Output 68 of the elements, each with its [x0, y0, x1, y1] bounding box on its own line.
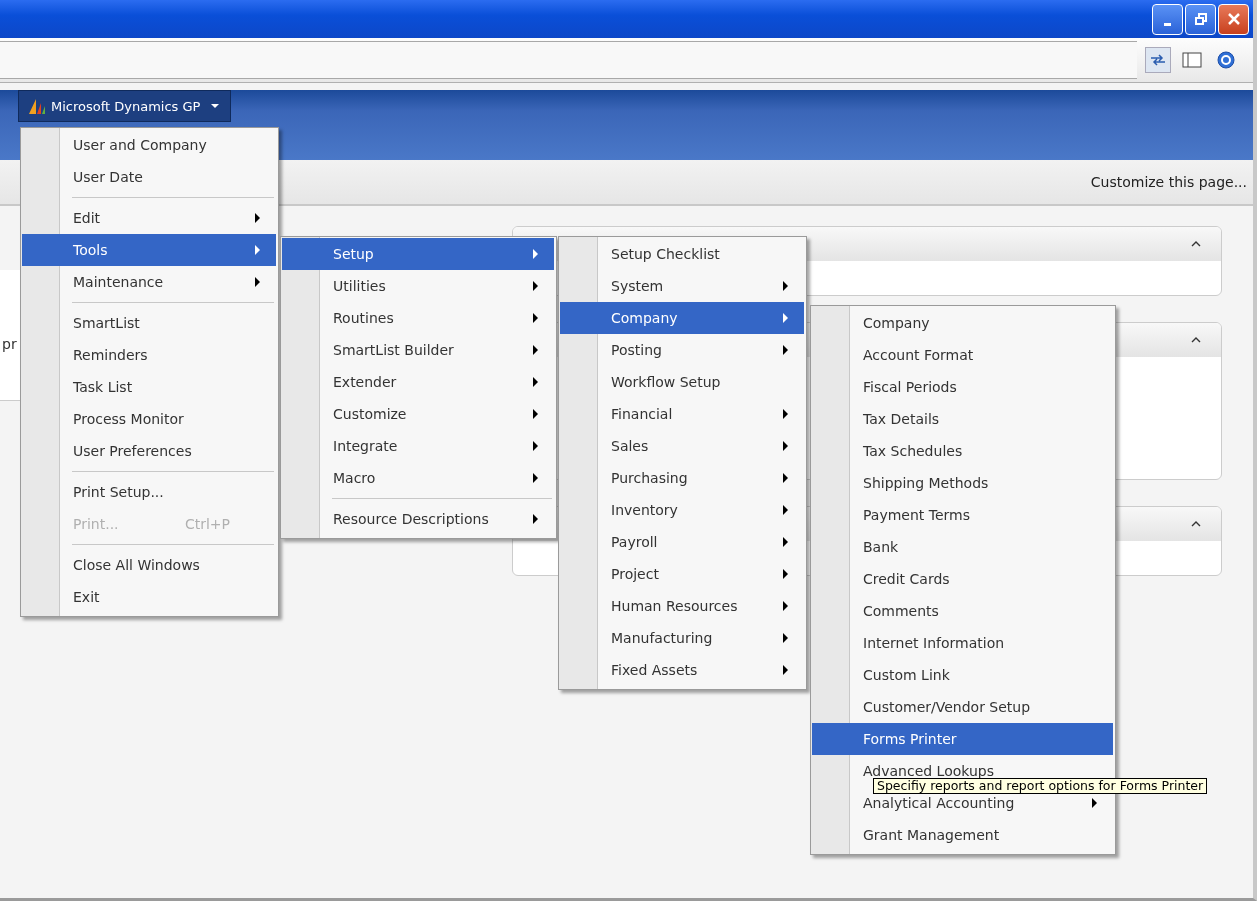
menu-item[interactable]: User and Company: [22, 129, 276, 161]
tooltip: Specifiy reports and report options for Forms Printer: [873, 778, 1208, 794]
menu-item[interactable]: Comments: [812, 595, 1113, 627]
menu-item[interactable]: Company: [812, 307, 1113, 339]
menu-item[interactable]: Account Format: [812, 339, 1113, 371]
menu-item[interactable]: Extender: [282, 366, 554, 398]
customize-page-link[interactable]: Customize this page...: [1090, 174, 1247, 190]
panel-text: pr: [2, 336, 17, 352]
menu-item[interactable]: Customer/Vendor Setup: [812, 691, 1113, 723]
collapse-button[interactable]: [1189, 519, 1203, 529]
collapse-button[interactable]: [1189, 239, 1203, 249]
menu-item[interactable]: Project: [560, 558, 804, 590]
menu-item[interactable]: Manufacturing: [560, 622, 804, 654]
menu-item[interactable]: SmartList: [22, 307, 276, 339]
menu-item[interactable]: Reminders: [22, 339, 276, 371]
menu-item[interactable]: Company: [560, 302, 804, 334]
close-icon: [1226, 12, 1241, 26]
menu-item[interactable]: Tax Details: [812, 403, 1113, 435]
menu-item[interactable]: Workflow Setup: [560, 366, 804, 398]
menu-item[interactable]: Customize: [282, 398, 554, 430]
menu-item[interactable]: Process Monitor: [22, 403, 276, 435]
minimize-button[interactable]: [1152, 3, 1183, 35]
menu-item[interactable]: Shipping Methods: [812, 467, 1113, 499]
dynamics-menu-button[interactable]: Microsoft Dynamics GP: [18, 90, 232, 122]
sync-icon[interactable]: [1145, 47, 1171, 73]
collapse-button[interactable]: [1189, 335, 1203, 345]
menu-item[interactable]: Task List: [22, 371, 276, 403]
menu-item[interactable]: Integrate: [282, 430, 554, 462]
menu-item[interactable]: Setup: [282, 238, 554, 270]
menu-item[interactable]: Tax Schedules: [812, 435, 1113, 467]
menu-item[interactable]: System: [560, 270, 804, 302]
logo-icon: [27, 97, 47, 115]
menu-item[interactable]: Sales: [560, 430, 804, 462]
menu-item[interactable]: User Preferences: [22, 435, 276, 467]
menu-item[interactable]: Purchasing: [560, 462, 804, 494]
menu-item[interactable]: Tools: [22, 234, 276, 266]
menu-item[interactable]: Financial: [560, 398, 804, 430]
menu-item[interactable]: Maintenance: [22, 266, 276, 298]
menu-item[interactable]: Resource Descriptions: [282, 503, 554, 535]
menu-item[interactable]: Bank: [812, 531, 1113, 563]
menu-item[interactable]: Custom Link: [812, 659, 1113, 691]
minimize-icon: [1164, 22, 1171, 26]
menu-item[interactable]: Posting: [560, 334, 804, 366]
restore-button[interactable]: [1185, 3, 1216, 35]
address-field[interactable]: [0, 41, 1137, 79]
menu-item[interactable]: User Date: [22, 161, 276, 193]
menu-item[interactable]: Fiscal Periods: [812, 371, 1113, 403]
menu-item[interactable]: Exit: [22, 581, 276, 613]
close-button[interactable]: [1218, 3, 1249, 35]
menu-item[interactable]: Setup Checklist: [560, 238, 804, 270]
menu-item[interactable]: Routines: [282, 302, 554, 334]
menu-item[interactable]: Macro: [282, 462, 554, 494]
menu-item[interactable]: Close All Windows: [22, 549, 276, 581]
menu-item[interactable]: Internet Information: [812, 627, 1113, 659]
menu-item[interactable]: Inventory: [560, 494, 804, 526]
menu-item[interactable]: Human Resources: [560, 590, 804, 622]
menu-item[interactable]: SmartList Builder: [282, 334, 554, 366]
caret-icon: [210, 103, 221, 109]
menu-item[interactable]: Edit: [22, 202, 276, 234]
menu-item[interactable]: Payroll: [560, 526, 804, 558]
menu-item[interactable]: Fixed Assets: [560, 654, 804, 686]
menu-item[interactable]: Print Setup...: [22, 476, 276, 508]
restore-icon: [1193, 12, 1208, 26]
menu-item[interactable]: Forms Printer: [812, 723, 1113, 755]
menu-item[interactable]: Credit Cards: [812, 563, 1113, 595]
menu-item[interactable]: Utilities: [282, 270, 554, 302]
menu-item[interactable]: Payment Terms: [812, 499, 1113, 531]
menu-item[interactable]: Grant Management: [812, 819, 1113, 851]
